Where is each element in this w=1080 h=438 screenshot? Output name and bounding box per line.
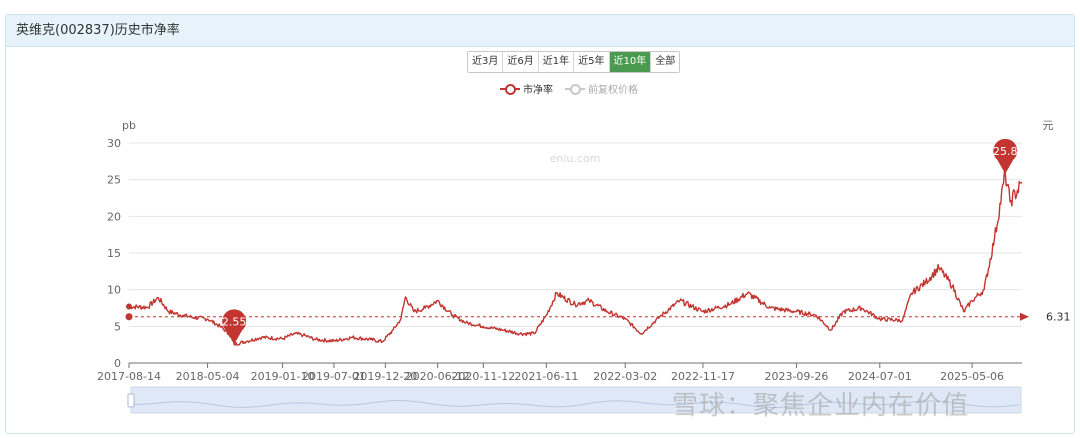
y-tick-label: 5 <box>114 320 121 333</box>
zoom-slider-handle[interactable] <box>127 393 135 408</box>
min-pb-label: 2.55 <box>222 315 247 328</box>
series-start-point <box>126 303 132 310</box>
x-tick-label: 2018-05-04 <box>176 370 240 383</box>
x-tick-label: 2022-03-02 <box>593 370 657 383</box>
x-tick-label: 2025-05-06 <box>940 370 1004 383</box>
max-pb-label: 25.8 <box>993 145 1018 158</box>
y-tick-label: 30 <box>107 137 121 150</box>
x-tick-label: 2024-07-01 <box>848 370 912 383</box>
current-pb-label: 6.31 <box>1046 311 1071 324</box>
pb-line-chart: 0 5 10 15 20 25 30pb 元 eniu.com 2017-08-14 2018-05… <box>97 119 1071 414</box>
y-axis-right-label: 元 <box>1043 119 1054 132</box>
x-tick-label: 2017-08-14 <box>97 370 161 383</box>
x-tick-label: 2020-11-12 <box>451 370 515 383</box>
x-tick-label: 2023-09-26 <box>764 370 828 383</box>
y-tick-label: 15 <box>107 247 121 260</box>
series-line-pb <box>128 170 1023 346</box>
y-tick-label: 20 <box>107 210 121 223</box>
y-axis-left-label: pb <box>122 119 136 132</box>
y-tick-label: 25 <box>107 174 121 187</box>
brand-watermark: 雪球：聚焦企业内在价值 <box>672 385 969 422</box>
brand-text: 雪球：聚焦企业内在价值 <box>672 391 970 421</box>
current-pb-arrow <box>1020 312 1029 321</box>
x-tick-label: 2022-11-17 <box>671 370 735 383</box>
x-tick-label: 2021-06-11 <box>514 370 578 383</box>
y-tick-label: 0 <box>114 357 121 370</box>
site-watermark: eniu.com <box>550 152 601 165</box>
y-tick-label: 10 <box>107 284 121 297</box>
